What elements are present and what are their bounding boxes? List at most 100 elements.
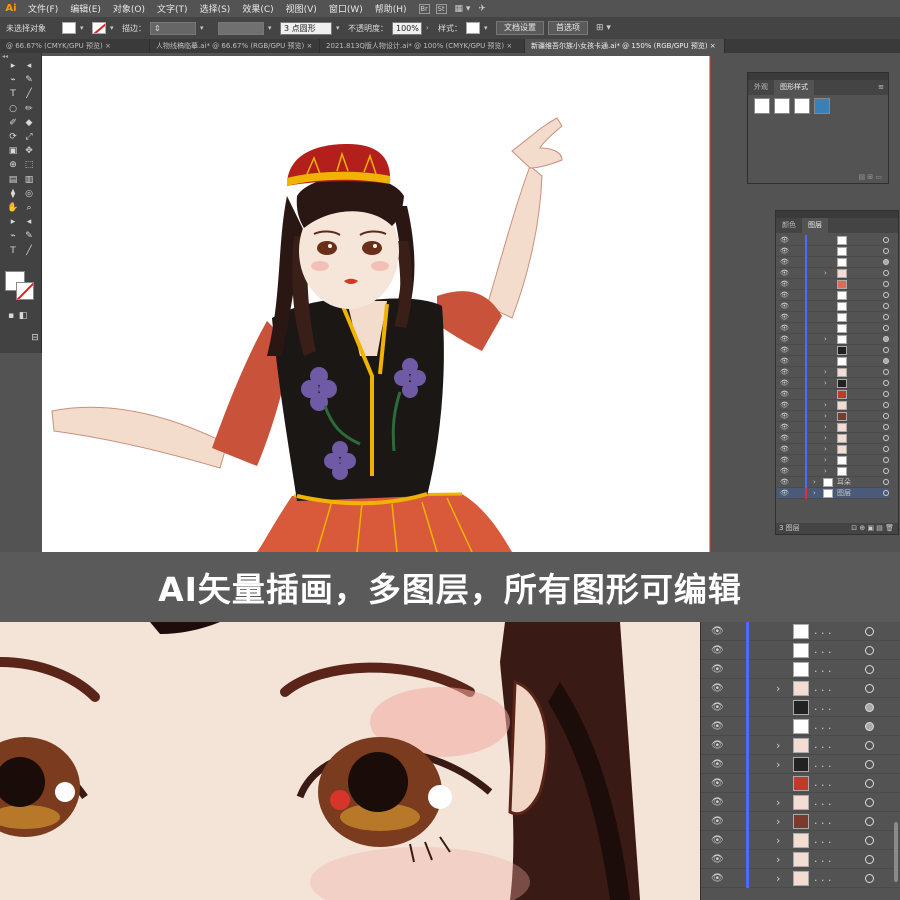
visibility-eye-icon[interactable]: 👁 [780,303,789,310]
target-circle-icon[interactable] [883,303,889,309]
stroke-dropdown-icon[interactable]: ▾ [110,24,118,32]
target-circle-icon[interactable] [883,347,889,353]
arrange-icon[interactable]: ⊞ ▾ [596,23,611,33]
layer-row[interactable]: 👁 › [777,466,889,477]
type-tool-icon[interactable]: ○ [7,104,19,114]
expand-chevron-icon[interactable]: › [824,423,827,432]
free-transform-icon[interactable]: ⊕ [7,160,19,170]
layer-row[interactable]: 👁 › [777,411,889,422]
visibility-eye-icon[interactable]: 👁 [711,855,724,865]
layer-row[interactable]: 👁 › [777,378,889,389]
target-circle-icon[interactable] [883,457,889,463]
expand-chevron-icon[interactable]: › [824,445,827,454]
stroke-none-widget[interactable] [16,282,34,300]
target-circle-icon[interactable] [883,380,889,386]
eraser-tool-icon[interactable]: ⤢ [23,132,35,142]
visibility-eye-icon[interactable]: 👁 [780,281,789,288]
target-circle-icon[interactable] [865,855,874,864]
layer-row[interactable]: 👁 [777,235,889,246]
rotate-tool-icon[interactable]: ▣ [7,146,19,156]
pencil-tool-icon[interactable]: ⟳ [7,132,19,142]
stroke-swatch[interactable] [92,22,106,34]
stock-badge[interactable]: St [435,3,447,14]
bridge-badge[interactable]: Br [418,3,430,14]
visibility-eye-icon[interactable]: 👁 [780,490,789,497]
visibility-eye-icon[interactable]: 👁 [711,665,724,675]
target-circle-icon[interactable] [883,336,889,342]
fill-dropdown-icon[interactable]: ▾ [80,24,88,32]
style-dropdown-icon[interactable]: ▾ [484,24,492,32]
lasso-icon[interactable]: ✎ [23,75,35,85]
visibility-eye-icon[interactable]: 👁 [711,760,724,770]
layer-row[interactable]: 👁 › [777,422,889,433]
graphic-style-2[interactable] [774,98,790,114]
layer-row[interactable]: 👁 › [777,455,889,466]
gpu-rocket-icon[interactable]: ✈ [478,4,486,14]
visibility-eye-icon[interactable]: 👁 [780,380,789,387]
zoom-scrollbar[interactable] [894,822,898,882]
target-circle-icon[interactable] [883,325,889,331]
brush-dropdown-icon[interactable]: ▾ [336,24,344,32]
layers-titlebar[interactable] [776,211,898,218]
expand-chevron-icon[interactable]: › [824,456,827,465]
target-circle-icon[interactable] [883,358,889,364]
expand-chevron-icon[interactable]: › [813,478,816,487]
visibility-eye-icon[interactable]: 👁 [780,457,789,464]
visibility-eye-icon[interactable]: 👁 [780,237,789,244]
ellipse-tool-icon[interactable]: ✐ [7,118,19,128]
document-tab[interactable]: 2021.813Q版人物设计.ai* @ 100% (CMYK/GPU 预览) … [320,39,525,53]
mode-normal-icon[interactable]: ▪ [5,311,17,321]
puppet-warp-icon[interactable]: ⬚ [23,160,35,170]
opacity-arrow-icon[interactable]: › [426,24,434,32]
layer-row[interactable]: 👁 [777,323,889,334]
menu-item[interactable]: 视图(V) [280,2,323,15]
target-circle-icon[interactable] [865,703,874,712]
tab-color[interactable]: 颜色 [776,218,802,233]
target-circle-icon[interactable] [865,760,874,769]
expand-chevron-icon[interactable]: › [776,739,780,752]
target-circle-icon[interactable] [865,817,874,826]
visibility-eye-icon[interactable]: 👁 [780,413,789,420]
zoom-layer-row[interactable]: 👁 › . . . [701,793,900,812]
visibility-eye-icon[interactable]: 👁 [711,627,724,637]
document-tab[interactable]: 人物线稿临摹.ai* @ 66.67% (RGB/GPU 预览) × [150,39,320,53]
menu-item[interactable]: 窗口(W) [323,2,369,15]
layer-row[interactable]: 👁 › [777,400,889,411]
menu-item[interactable]: 选择(S) [194,2,237,15]
expand-chevron-icon[interactable]: › [824,269,827,278]
expand-chevron-icon[interactable]: › [776,682,780,695]
tab-layers[interactable]: 图层 [802,218,828,233]
target-circle-icon[interactable] [865,722,874,731]
visibility-eye-icon[interactable]: 👁 [780,259,789,266]
visibility-eye-icon[interactable]: 👁 [780,446,789,453]
eyedropper-tool-icon[interactable]: ✋ [7,203,19,213]
visibility-eye-icon[interactable]: 👁 [780,369,789,376]
tab-graphic-styles[interactable]: 图形样式 [774,80,814,95]
target-circle-icon[interactable] [865,836,874,845]
visibility-eye-icon[interactable]: 👁 [711,722,724,732]
close-tab-icon[interactable]: × [103,42,111,50]
visibility-eye-icon[interactable]: 👁 [780,270,789,277]
layer-row[interactable]: 👁 [777,356,889,367]
graphic-style-3[interactable] [794,98,810,114]
gradient-tool-icon[interactable]: ◎ [23,189,35,199]
menu-item[interactable]: 帮助(H) [369,2,413,15]
brush-field[interactable]: 3 点圆形 [280,21,332,35]
graphic-style-4[interactable] [814,98,830,114]
target-circle-icon[interactable] [865,874,874,883]
close-tab-icon[interactable]: × [304,42,312,50]
target-circle-icon[interactable] [883,314,889,320]
target-circle-icon[interactable] [865,779,874,788]
visibility-eye-icon[interactable]: 👁 [711,741,724,751]
named-layer-row[interactable]: 👁 › 耳朵 [777,477,889,488]
graphic-style-default[interactable] [754,98,770,114]
panel-titlebar[interactable] [748,73,888,80]
variable-width-field[interactable] [218,21,264,35]
visibility-eye-icon[interactable]: 👁 [780,325,789,332]
target-circle-icon[interactable] [865,665,874,674]
expand-chevron-icon[interactable]: › [824,412,827,421]
artboard-tool-icon[interactable]: ⌁ [7,231,19,241]
zoom-layer-row[interactable]: 👁 › . . . [701,869,900,888]
visibility-eye-icon[interactable]: 👁 [711,646,724,656]
visibility-eye-icon[interactable]: 👁 [780,391,789,398]
